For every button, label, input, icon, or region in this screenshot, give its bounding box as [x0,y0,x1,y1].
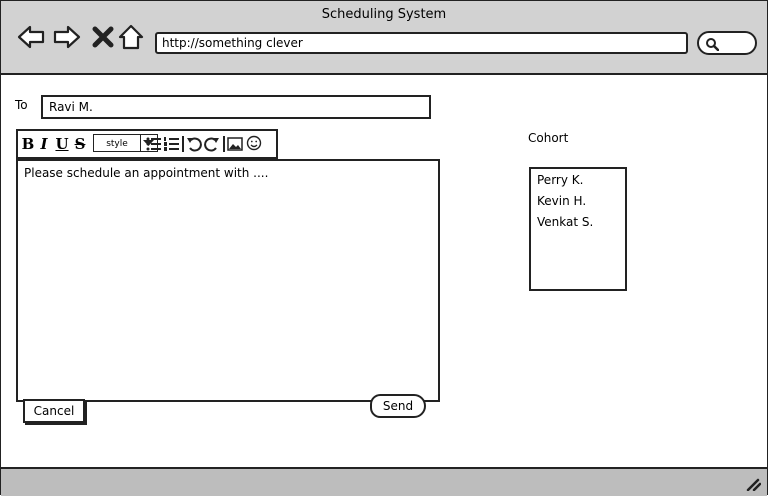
numbered-list-icon[interactable] [164,135,180,153]
strikethrough-button[interactable]: S [72,134,88,154]
bullet-list-icon[interactable] [146,135,162,153]
italic-button[interactable]: I [37,134,51,154]
to-label: To [15,98,28,112]
format-toolbar: B I U S style [16,129,278,159]
redo-icon[interactable] [204,135,220,153]
close-icon[interactable] [89,23,117,51]
toolbar-divider [182,136,184,152]
to-input[interactable]: Ravi M. [41,95,431,119]
resize-grip-icon[interactable] [745,475,761,491]
toolbar-divider [223,136,225,152]
style-select[interactable]: style [93,134,141,152]
back-icon[interactable] [17,23,45,51]
emoji-icon[interactable] [246,135,262,151]
undo-icon[interactable] [186,135,202,153]
browser-window: Scheduling System http://something cleve… [0,0,768,496]
cohort-list[interactable]: Perry K. Kevin H. Venkat S. [529,167,627,291]
underline-button[interactable]: U [54,134,70,154]
message-body[interactable]: Please schedule an appointment with .... [16,159,440,402]
cancel-button[interactable]: Cancel [23,399,85,423]
url-bar[interactable]: http://something clever [155,32,688,54]
search-field[interactable] [697,31,757,55]
status-bar [1,467,767,496]
list-item[interactable]: Perry K. [537,173,583,187]
send-button[interactable]: Send [370,394,426,418]
cohort-title: Cohort [528,131,569,145]
title-bar: Scheduling System http://something cleve… [1,1,767,75]
search-icon [706,38,719,51]
list-item[interactable]: Venkat S. [537,215,593,229]
home-icon[interactable] [117,23,145,51]
bold-button[interactable]: B [20,134,36,154]
image-icon[interactable] [227,136,243,152]
window-title: Scheduling System [321,7,447,22]
list-item[interactable]: Kevin H. [537,194,586,208]
forward-icon[interactable] [53,23,81,51]
